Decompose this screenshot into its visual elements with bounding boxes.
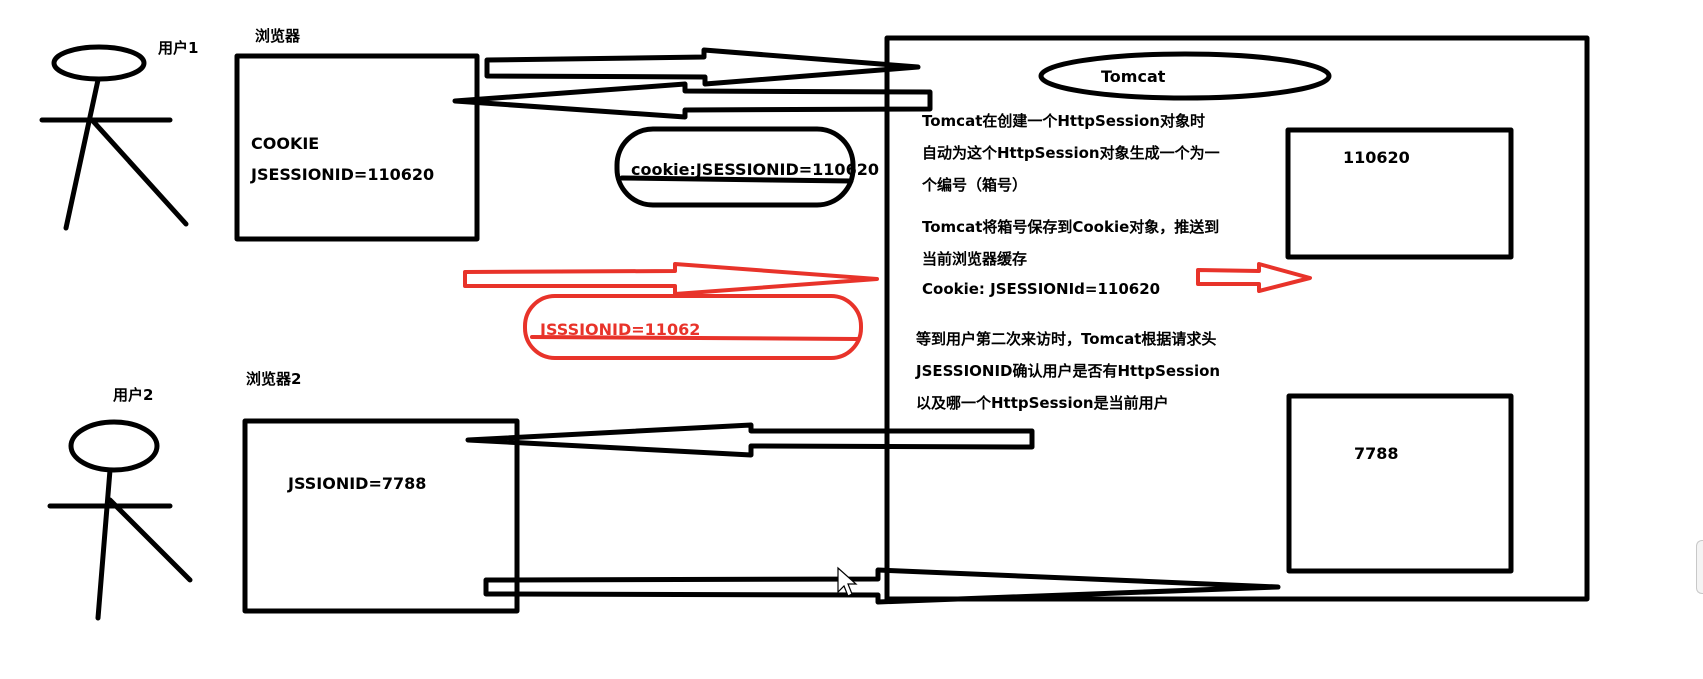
request-cookie-label: cookie:JSESSIONID=110620 (631, 160, 879, 179)
diagram-canvas (39, 35, 1590, 621)
arrow-tomcat-to-browser2 (465, 422, 1035, 458)
tomcat-text-line-6: Cookie: JSESSIONId=110620 (922, 280, 1161, 298)
browser1-label: 浏览器 (255, 27, 301, 45)
tomcat-title: Tomcat (1101, 67, 1166, 86)
browser2-cookie-value: JSSIONID=7788 (288, 474, 427, 493)
tomcat-text-line-2: 自动为这个HttpSession对象生成一个为一 (922, 144, 1220, 162)
red-arrow-to-session-box (1196, 262, 1312, 293)
tomcat-text-line-1: Tomcat在创建一个HttpSession对象时 (922, 112, 1205, 130)
browser1-cookie-value: JSESSIONID=110620 (251, 165, 435, 184)
tomcat-text-line-8: JSESSIONID确认用户是否有HttpSession (916, 362, 1221, 380)
tomcat-text-line-4: Tomcat将箱号保存到Cookie对象，推送到 (922, 218, 1220, 236)
user2-label: 用户2 (113, 386, 154, 404)
red-arrow-to-tomcat (463, 262, 879, 296)
tomcat-text-line-5: 当前浏览器缓存 (922, 250, 1028, 268)
tomcat-text-line-9: 以及哪一个HttpSession是当前用户 (916, 394, 1169, 412)
tomcat-text-line-3: 个编号（箱号） (922, 176, 1028, 194)
session-box-110620-label: 110620 (1343, 148, 1410, 167)
mouse-pointer-icon (837, 566, 858, 597)
session-box-7788-label: 7788 (1354, 444, 1399, 463)
browser2-label: 浏览器2 (246, 370, 302, 388)
browser1-cookie-title: COOKIE (251, 134, 320, 153)
browser2-box (242, 418, 520, 614)
user1-stick-figure-icon (39, 44, 189, 231)
arrow-tomcat-to-browser1 (452, 81, 933, 120)
user1-label: 用户1 (158, 39, 199, 57)
arrow-browser1-to-tomcat (484, 47, 921, 87)
tomcat-text-line-7: 等到用户第二次来访时，Tomcat根据请求头 (916, 330, 1217, 348)
tomcat-title-ellipse (1038, 51, 1332, 101)
red-request-label: JSSSIONID=11062 (540, 320, 701, 339)
session-box-7788 (1286, 393, 1514, 574)
scrollbar-handle[interactable] (1696, 540, 1703, 594)
user2-stick-figure-icon (47, 419, 193, 621)
